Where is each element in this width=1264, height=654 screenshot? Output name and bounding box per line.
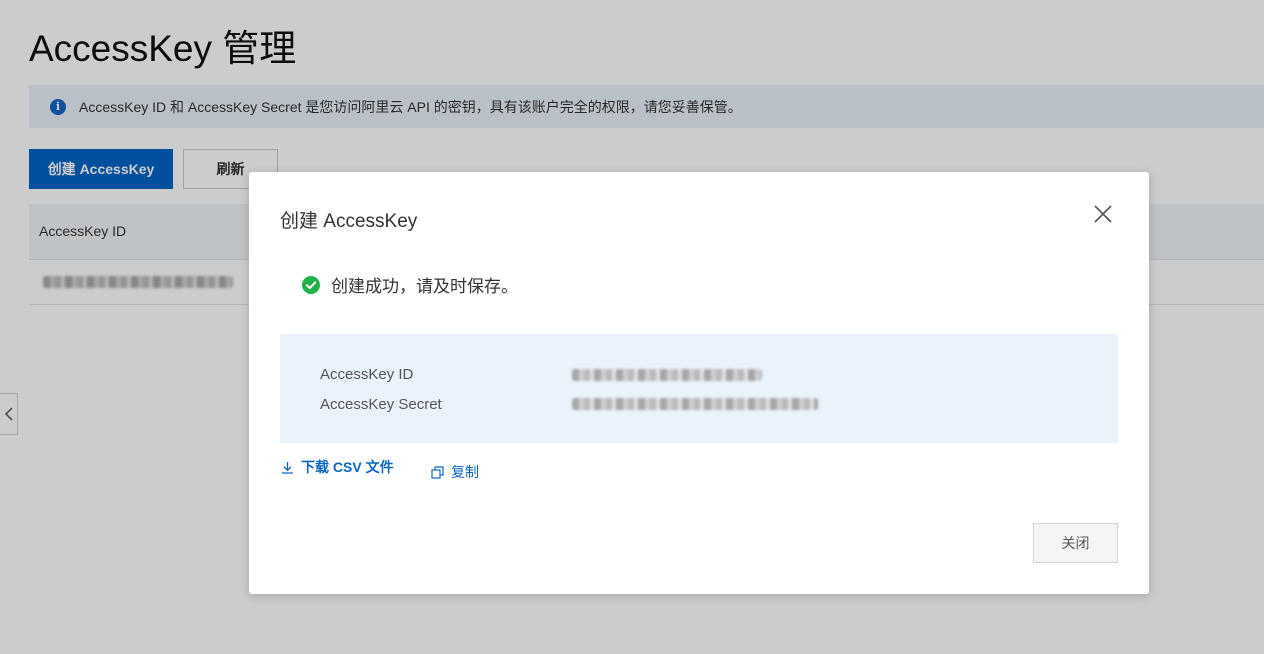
key-info-box: AccessKey ID AccessKey Secret: [280, 334, 1118, 443]
accesskey-secret-label: AccessKey Secret: [320, 396, 442, 413]
accesskey-id-label: AccessKey ID: [320, 366, 414, 383]
close-dialog-button[interactable]: 关闭: [1033, 523, 1118, 563]
dialog-title: 创建 AccessKey: [280, 211, 418, 232]
success-text: 创建成功，请及时保存。: [331, 277, 518, 296]
copy-link[interactable]: 复制: [431, 462, 479, 482]
download-csv-label[interactable]: 下载 CSV 文件: [301, 457, 394, 477]
redacted-accesskey-secret-value[interactable]: [572, 398, 818, 410]
close-icon[interactable]: [1092, 203, 1114, 225]
copy-label[interactable]: 复制: [451, 462, 479, 482]
success-check-icon: [302, 275, 320, 294]
download-icon: [282, 461, 293, 474]
copy-icon: [431, 465, 444, 479]
download-csv-link[interactable]: 下载 CSV 文件: [281, 457, 394, 477]
success-message: 创建成功，请及时保存。: [302, 272, 518, 297]
redacted-accesskey-id-value[interactable]: [572, 369, 762, 381]
create-accesskey-dialog: 创建 AccessKey 创建成功，请及时保存。 AccessKey ID Ac…: [249, 172, 1149, 594]
